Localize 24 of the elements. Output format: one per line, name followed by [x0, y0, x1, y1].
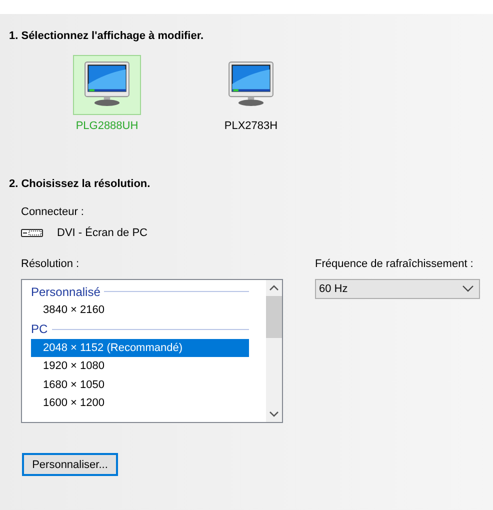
connector-label: Connecteur : — [21, 206, 85, 218]
monitor-icon — [84, 61, 130, 107]
section-heading: 1. Sélectionnez l'affichage à modifier. — [9, 30, 205, 42]
chevron-down-icon — [462, 285, 474, 293]
group-header: PC — [31, 322, 48, 336]
customize-button[interactable]: Personnaliser... — [22, 453, 118, 476]
resolution-item[interactable]: 3840 × 2160 — [31, 301, 249, 319]
resolution-item[interactable]: 2048 × 1152 (Recommandé) — [31, 338, 249, 356]
group-header: Personnalisé — [31, 284, 100, 298]
connector-value: DVI - Écran de PC — [57, 227, 148, 239]
section-heading: 2. Choisissez la résolution. — [9, 178, 152, 190]
monitor-icon — [228, 61, 274, 107]
resolution-item[interactable]: 1600 × 1200 — [31, 394, 249, 412]
resolution-item[interactable]: 1920 × 1080 — [31, 357, 249, 375]
dvi-connector-icon — [21, 229, 43, 237]
refresh-rate-dropdown[interactable]: 60 Hz — [315, 279, 480, 299]
resolution-label: Résolution : — [21, 258, 80, 270]
display-label: PLG2888UH — [76, 120, 138, 132]
resolution-list[interactable]: Personnalisé 3840 × 2160 PC 2048 × 1152 (Recommandé) 1920 × 1080 1680 × 1050 1600 × 1200 — [21, 279, 283, 423]
display-label: PLX2783H — [224, 120, 278, 132]
resolution-item[interactable]: 1680 × 1050 — [31, 376, 249, 394]
scrollbar-thumb[interactable] — [266, 296, 282, 338]
refresh-rate-label: Fréquence de rafraîchissement : — [315, 258, 474, 270]
scrollbar[interactable] — [266, 280, 282, 422]
